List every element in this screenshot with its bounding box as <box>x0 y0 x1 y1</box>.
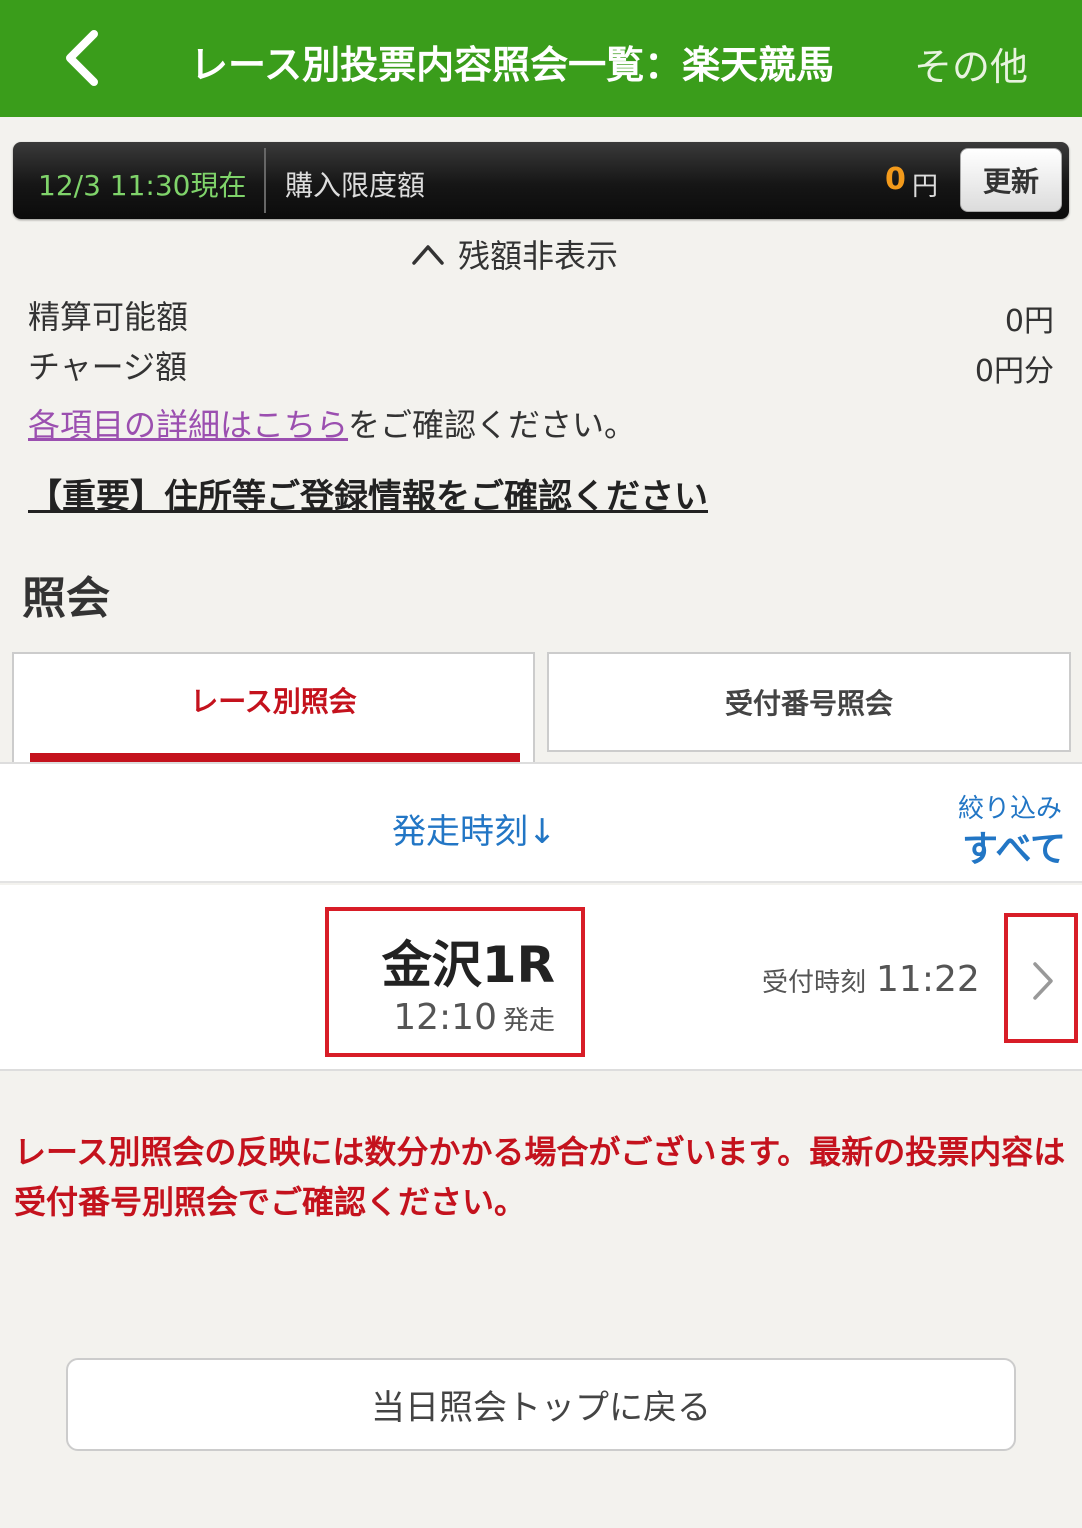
purchase-limit-amount: 0 <box>885 162 906 197</box>
page-title: レース別投票内容照会一覧：楽天競馬 <box>190 43 835 87</box>
reflection-delay-notice: レース別照会の反映には数分かかる場合がございます。最新の投票内容は受付番号別照会… <box>14 1133 1066 1221</box>
chevron-right-icon <box>1033 962 1053 1000</box>
section-title: 照会 <box>22 573 110 624</box>
start-time-suffix: 発走 <box>502 1006 555 1036</box>
detail-link[interactable]: 各項目の詳細はこちら <box>28 406 348 444</box>
hide-balance-toggle[interactable]: 残額非表示 <box>410 232 618 276</box>
charge-amount-value: 0円分 <box>974 354 1054 389</box>
detail-note: 各項目の詳細はこちらをご確認ください。 <box>28 400 636 446</box>
filter-value[interactable]: すべて <box>962 820 1066 872</box>
hide-balance-label: 残額非表示 <box>458 237 619 275</box>
balance-timestamp: 12/3 11:30現在 <box>38 169 247 202</box>
other-menu-button[interactable]: その他 <box>914 36 1028 91</box>
detail-suffix: をご確認ください。 <box>348 406 637 444</box>
active-tab-indicator <box>30 753 520 762</box>
tab-receipt-number-inquiry[interactable]: 受付番号照会 <box>547 652 1071 752</box>
divider <box>264 148 266 213</box>
race-start-time: 12:10 発走 <box>393 997 555 1038</box>
purchase-limit-label: 購入限度額 <box>285 169 426 202</box>
charge-amount-label: チャージ額 <box>28 348 188 386</box>
currency-label: 円 <box>912 172 939 202</box>
race-detail-arrow[interactable] <box>1004 913 1078 1043</box>
important-notice-link[interactable]: 【重要】住所等ご登録情報をご確認ください <box>28 469 708 518</box>
race-list-item[interactable]: 金沢1R 12:10 発走 受付時刻 11:22 <box>0 885 1082 1071</box>
sort-bar: 発走時刻↓ 絞り込み すべて <box>0 762 1082 883</box>
receipt-time: 受付時刻 11:22 <box>762 959 980 1000</box>
race-highlight-box: 金沢1R 12:10 発走 <box>325 907 585 1057</box>
tab-race-inquiry-label: レース別照会 <box>190 685 357 718</box>
chevron-left-icon <box>66 30 98 86</box>
tab-receipt-number-label: 受付番号照会 <box>724 687 893 720</box>
back-to-today-top-button[interactable]: 当日照会トップに戻る <box>66 1358 1016 1451</box>
balance-bar: 12/3 11:30現在 購入限度額 0 円 更新 <box>13 142 1069 219</box>
refresh-button[interactable]: 更新 <box>960 148 1062 212</box>
chevron-up-icon <box>412 245 444 265</box>
settleable-amount-label: 精算可能額 <box>28 298 189 336</box>
receipt-time-value: 11:22 <box>876 959 980 1000</box>
tab-race-inquiry[interactable]: レース別照会 <box>12 652 535 762</box>
receipt-time-label: 受付時刻 <box>762 968 867 998</box>
start-time-value: 12:10 <box>393 997 497 1038</box>
race-name: 金沢1R <box>381 936 555 994</box>
app-header: レース別投票内容照会一覧：楽天競馬 その他 <box>0 0 1082 117</box>
back-button[interactable] <box>58 26 118 90</box>
sort-by-start-time[interactable]: 発走時刻↓ <box>392 804 557 853</box>
settleable-amount-value: 0円 <box>1004 304 1054 339</box>
